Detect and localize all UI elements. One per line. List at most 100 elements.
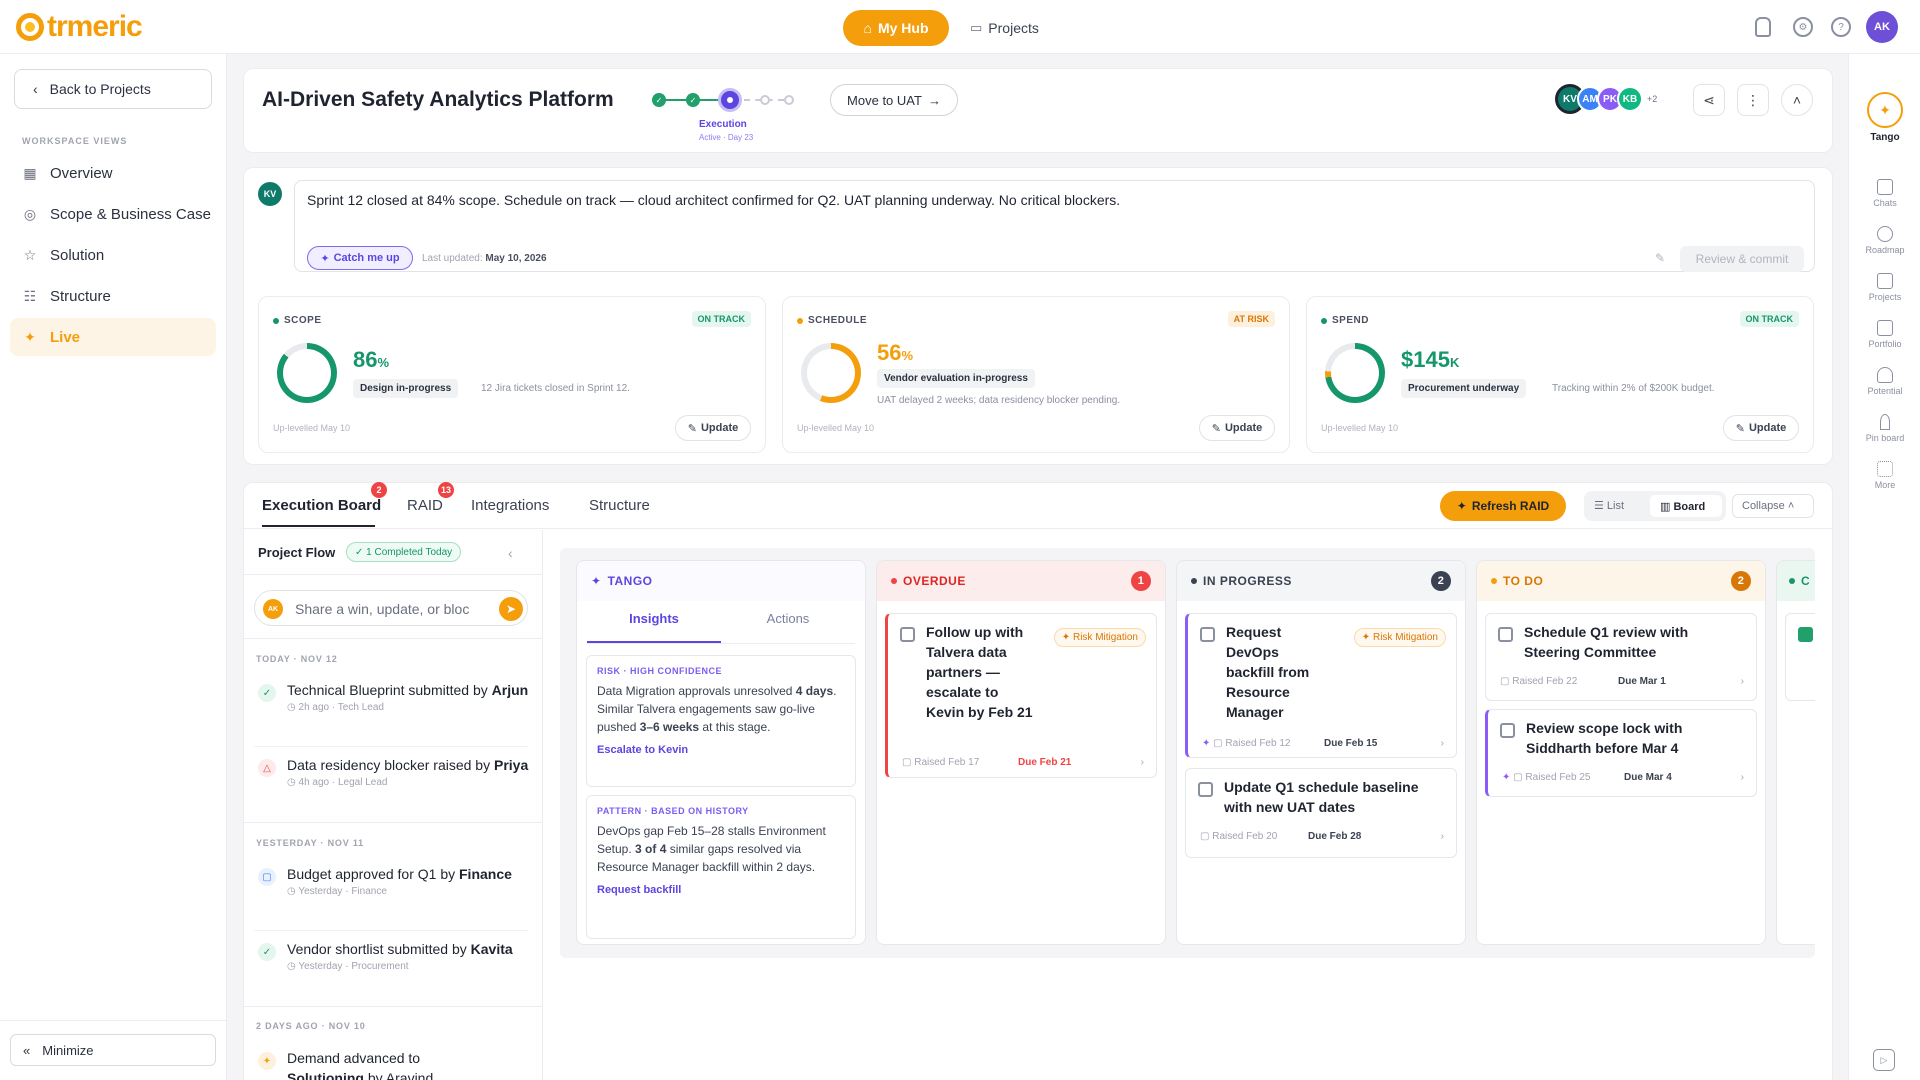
- metric-footer: Up-levelled May 10: [273, 423, 351, 433]
- more-vertical-icon[interactable]: ⋮: [1737, 84, 1769, 116]
- update-button[interactable]: ✎ Update: [675, 415, 751, 441]
- avatar: AK: [263, 599, 283, 619]
- list-item[interactable]: ✦ Demand advanced to Solutioning by Aravi…: [254, 1048, 534, 1080]
- metric-label: SPEND: [1332, 315, 1369, 326]
- task-card[interactable]: Review scope lock with Siddharth before …: [1485, 709, 1757, 797]
- metric-unit: %: [377, 355, 390, 370]
- day-label: TODAY · NOV 12: [256, 654, 338, 664]
- team-avatars[interactable]: KV AM PK KB +2: [1555, 84, 1670, 116]
- play-icon[interactable]: ▷: [1873, 1049, 1895, 1071]
- chevron-left-icon[interactable]: ‹: [508, 545, 513, 561]
- tab-integrations[interactable]: Integrations: [471, 497, 549, 514]
- rail-chats[interactable]: Chats: [1849, 179, 1920, 208]
- update-button[interactable]: ✎ Update: [1723, 415, 1799, 441]
- chevron-right-icon: ›: [1140, 757, 1144, 768]
- schedule-metric-card: SCHEDULE AT RISK 56% Vendor evaluation i…: [782, 296, 1290, 453]
- minimize-button[interactable]: « Minimize: [10, 1034, 216, 1066]
- checked-checkbox[interactable]: [1798, 627, 1813, 642]
- task-card[interactable]: Update Q1 schedule baseline with new UAT…: [1185, 768, 1457, 858]
- list-item[interactable]: ▢ Budget approved for Q1 by Finance ◷ Ye…: [254, 864, 534, 897]
- divider: [243, 1006, 543, 1007]
- insight-card[interactable]: PATTERN · BASED ON HISTORY DevOps gap Fe…: [586, 795, 856, 939]
- tango-label: Tango: [1870, 132, 1900, 143]
- tab-actions[interactable]: Actions: [721, 611, 855, 626]
- task-card[interactable]: [1785, 613, 1815, 701]
- sidebar-item-solution[interactable]: ☆ Solution: [10, 236, 216, 274]
- rail-label: Potential: [1867, 386, 1903, 396]
- chat-icon: [1877, 179, 1893, 195]
- collapse-button[interactable]: Collapse ˄: [1732, 494, 1814, 518]
- list-item[interactable]: ✓ Technical Blueprint submitted by Arjun…: [254, 680, 534, 713]
- metric-pill: Design in-progress: [353, 379, 459, 398]
- tab-execution-board[interactable]: Execution Board: [262, 497, 381, 514]
- structure-icon: ☷: [23, 287, 37, 304]
- pencil-icon: ✎: [687, 422, 697, 435]
- sidebar-item-live[interactable]: ✦ Live: [10, 318, 216, 356]
- move-to-uat-button[interactable]: Move to UAT →: [830, 84, 958, 116]
- insight-label: PATTERN · BASED ON HISTORY: [597, 806, 749, 816]
- step-future-icon: [784, 95, 794, 105]
- rail-label: Portfolio: [1868, 339, 1902, 349]
- settings-icon[interactable]: ⚙: [1793, 17, 1813, 37]
- my-hub-button[interactable]: ⌂ My Hub: [843, 10, 949, 46]
- rail-roadmap[interactable]: Roadmap: [1849, 226, 1920, 255]
- list-item[interactable]: ✓ Vendor shortlist submitted by Kavita ◷…: [254, 939, 534, 972]
- projects-nav-link[interactable]: ▭ Projects: [970, 10, 1039, 46]
- tab-insights[interactable]: Insights: [587, 611, 721, 626]
- rail-more[interactable]: More: [1849, 461, 1920, 490]
- task-title: Follow up with Talvera data partners — e…: [926, 624, 1033, 720]
- day-label: 2 DAYS AGO · NOV 10: [256, 1021, 366, 1031]
- spend-metric-card: SPEND ON TRACK $145K Procurement underwa…: [1306, 296, 1814, 453]
- tango-column: ✦ TANGO Insights Actions RISK · HIGH CONF…: [576, 560, 866, 945]
- update-button[interactable]: ✎ Update: [1199, 415, 1275, 441]
- insight-bold: 3 of 4: [635, 842, 667, 856]
- overdue-column: OVERDUE 1 Follow up with Talvera data par…: [876, 560, 1166, 945]
- task-checkbox[interactable]: [900, 627, 915, 642]
- insight-text: Data Migration approvals unresolved: [597, 684, 796, 698]
- insight-card[interactable]: RISK · HIGH CONFIDENCE Data Migration ap…: [586, 655, 856, 787]
- step-future-icon: [760, 95, 770, 105]
- refresh-raid-button[interactable]: ✦ Refresh RAID: [1440, 491, 1566, 521]
- rail-label: More: [1874, 480, 1896, 490]
- task-card[interactable]: Follow up with Talvera data partners — e…: [885, 613, 1157, 778]
- list-view-button[interactable]: ☰ List: [1594, 499, 1624, 512]
- task-checkbox[interactable]: [1200, 627, 1215, 642]
- rail-portfolio[interactable]: Portfolio: [1849, 320, 1920, 349]
- stage-stepper[interactable]: ✓ ✓: [652, 88, 800, 112]
- send-icon[interactable]: ➤: [499, 597, 523, 621]
- tab-badge: 2: [371, 482, 387, 498]
- rail-potential[interactable]: Potential: [1849, 367, 1920, 396]
- review-commit-button[interactable]: Review & commit: [1680, 246, 1804, 272]
- task-checkbox[interactable]: [1198, 782, 1213, 797]
- sidebar-item-scope[interactable]: ◎ Scope & Business Case: [10, 195, 216, 233]
- sidebar-item-overview[interactable]: ▦ Overview: [10, 154, 216, 192]
- request-backfill-link[interactable]: Request backfill: [597, 884, 845, 896]
- share-update-input[interactable]: AK Share a win, update, or bloc ➤: [254, 590, 528, 626]
- share-icon[interactable]: ⋖: [1693, 84, 1725, 116]
- catch-me-up-button[interactable]: ✦ Catch me up: [307, 246, 413, 270]
- tab-structure[interactable]: Structure: [589, 497, 650, 514]
- tab-badge: 13: [438, 482, 454, 498]
- feed-text: Budget approved for Q1 by: [287, 866, 456, 882]
- bell-icon[interactable]: [1755, 17, 1771, 37]
- task-checkbox[interactable]: [1500, 723, 1515, 738]
- list-item[interactable]: △ Data residency blocker raised by Priya…: [254, 755, 534, 788]
- task-checkbox[interactable]: [1498, 627, 1513, 642]
- task-card[interactable]: Schedule Q1 review with Steering Committ…: [1485, 613, 1757, 701]
- app-logo[interactable]: trmeric: [16, 10, 143, 44]
- board-view-button[interactable]: ▥ Board: [1650, 495, 1722, 517]
- magic-edit-icon[interactable]: ✎: [1655, 251, 1665, 265]
- rail-projects[interactable]: Projects: [1849, 273, 1920, 302]
- escalate-link[interactable]: Escalate to Kevin: [597, 744, 845, 756]
- user-avatar[interactable]: AK: [1866, 11, 1898, 43]
- logo-mark: [16, 13, 44, 41]
- back-to-projects-button[interactable]: ‹ Back to Projects: [14, 69, 212, 109]
- sidebar-item-structure[interactable]: ☷ Structure: [10, 277, 216, 315]
- help-icon[interactable]: ?: [1831, 17, 1851, 37]
- chevron-up-icon[interactable]: ˄: [1781, 84, 1813, 116]
- tango-icon[interactable]: ✦: [1867, 92, 1903, 128]
- rail-pin-board[interactable]: Pin board: [1849, 414, 1920, 443]
- tab-raid[interactable]: RAID: [407, 497, 443, 514]
- metric-pill: Procurement underway: [1401, 379, 1527, 398]
- task-card[interactable]: Request DevOps backfill from Resource Ma…: [1185, 613, 1457, 758]
